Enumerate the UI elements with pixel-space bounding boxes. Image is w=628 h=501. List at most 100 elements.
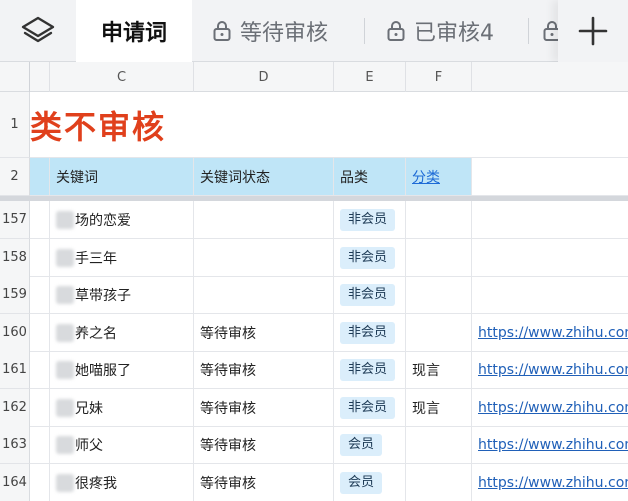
keyword-cell[interactable]: 兄妹 xyxy=(50,389,194,427)
tab-pending-review[interactable]: 等待审核 xyxy=(212,0,328,62)
column-header-g[interactable] xyxy=(472,62,628,92)
row-header[interactable]: 161 xyxy=(0,351,30,389)
classify-cell[interactable] xyxy=(406,239,472,277)
classify-cell[interactable] xyxy=(406,314,472,352)
select-all-corner[interactable] xyxy=(0,62,30,92)
row-header[interactable]: 2 xyxy=(0,158,30,196)
row-header[interactable]: 1 xyxy=(0,92,30,158)
classify-cell[interactable]: 现言 xyxy=(406,351,472,389)
keyword-cell[interactable]: 师父 xyxy=(50,426,194,464)
tab-divider xyxy=(364,18,365,44)
column-header-f[interactable]: F xyxy=(406,62,472,92)
header-link[interactable]: 分类 xyxy=(412,167,440,187)
cell-b[interactable] xyxy=(30,239,50,277)
category-cell[interactable]: 会员 xyxy=(334,464,406,501)
redacted-text xyxy=(56,323,74,342)
cell-b[interactable] xyxy=(30,426,50,464)
classify-cell[interactable] xyxy=(406,276,472,314)
keyword-text: 她喵服了 xyxy=(75,362,131,379)
category-tag: 非会员 xyxy=(340,396,396,419)
status-text: 等待审核 xyxy=(200,362,256,379)
classify-cell[interactable] xyxy=(406,426,472,464)
header-cell-status[interactable]: 关键词状态 xyxy=(194,158,334,196)
category-tag: 非会员 xyxy=(340,321,396,344)
link-cell[interactable]: https://www.zhihu.com xyxy=(472,426,628,464)
category-cell[interactable]: 非会员 xyxy=(334,351,406,389)
classify-cell[interactable] xyxy=(406,201,472,239)
category-cell[interactable]: 非会员 xyxy=(334,201,406,239)
redacted-text xyxy=(56,360,74,379)
status-cell[interactable]: 等待审核 xyxy=(194,351,334,389)
layers-icon[interactable] xyxy=(0,0,76,62)
redacted-text xyxy=(56,248,74,267)
keyword-cell[interactable]: 养之名 xyxy=(50,314,194,352)
status-text: 等待审核 xyxy=(200,325,256,342)
zhihu-link[interactable]: https://www.zhihu.com xyxy=(478,400,628,416)
column-header-c[interactable]: C xyxy=(50,62,194,92)
row-header[interactable]: 164 xyxy=(0,464,30,501)
link-cell[interactable] xyxy=(472,201,628,239)
status-cell[interactable]: 等待审核 xyxy=(194,426,334,464)
keyword-cell[interactable]: 草带孩子 xyxy=(50,276,194,314)
header-cell-b[interactable] xyxy=(30,158,50,196)
tab-reviewed-4[interactable]: 已审核4 xyxy=(386,0,494,62)
zhihu-link[interactable]: https://www.zhihu.com xyxy=(478,325,628,341)
classify-text: 现言 xyxy=(412,362,440,379)
keyword-text: 兄妹 xyxy=(75,400,103,417)
zhihu-link[interactable]: https://www.zhihu.com xyxy=(478,437,628,453)
add-sheet-button[interactable] xyxy=(558,0,628,62)
link-cell[interactable]: https://www.zhihu.com xyxy=(472,351,628,389)
keyword-cell[interactable]: 场的恋爱 xyxy=(50,201,194,239)
keyword-cell[interactable]: 她喵服了 xyxy=(50,351,194,389)
zhihu-link[interactable]: https://www.zhihu.com xyxy=(478,475,628,491)
row-header[interactable]: 160 xyxy=(0,314,30,352)
header-cell-empty[interactable] xyxy=(472,158,628,196)
row-header[interactable]: 162 xyxy=(0,389,30,427)
category-cell[interactable]: 非会员 xyxy=(334,239,406,277)
row-header[interactable]: 163 xyxy=(0,426,30,464)
classify-cell[interactable]: 现言 xyxy=(406,389,472,427)
link-cell[interactable] xyxy=(472,276,628,314)
cell-b[interactable] xyxy=(30,464,50,501)
header-cell-keyword[interactable]: 关键词 xyxy=(50,158,194,196)
link-cell[interactable]: https://www.zhihu.com xyxy=(472,464,628,501)
keyword-cell[interactable]: 很疼我 xyxy=(50,464,194,501)
tab-apply-words[interactable]: 申请词 xyxy=(76,0,192,62)
cell-b[interactable] xyxy=(30,276,50,314)
row-header[interactable]: 158 xyxy=(0,239,30,277)
keyword-cell[interactable]: 手三年 xyxy=(50,239,194,277)
row-header[interactable]: 159 xyxy=(0,276,30,314)
category-cell[interactable]: 非会员 xyxy=(334,389,406,427)
sheet-title-cell[interactable]: 类不审核 xyxy=(30,92,628,158)
link-cell[interactable]: https://www.zhihu.com xyxy=(472,314,628,352)
zhihu-link[interactable]: https://www.zhihu.com xyxy=(478,362,628,378)
cell-b[interactable] xyxy=(30,201,50,239)
status-text: 等待审核 xyxy=(200,437,256,454)
status-text: 等待审核 xyxy=(200,400,256,417)
status-cell[interactable] xyxy=(194,239,334,277)
status-cell[interactable]: 等待审核 xyxy=(194,389,334,427)
cell-b[interactable] xyxy=(30,351,50,389)
cell-b[interactable] xyxy=(30,314,50,352)
header-label: 关键词 xyxy=(56,169,98,186)
link-cell[interactable] xyxy=(472,239,628,277)
column-header-e[interactable]: E xyxy=(334,62,406,92)
status-cell[interactable] xyxy=(194,201,334,239)
cell-b[interactable] xyxy=(30,389,50,427)
header-cell-classify[interactable]: 分类 xyxy=(406,158,472,196)
category-cell[interactable]: 非会员 xyxy=(334,314,406,352)
redacted-text xyxy=(56,473,74,492)
column-header-d[interactable]: D xyxy=(194,62,334,92)
tab-label: 申请词 xyxy=(100,21,167,46)
row-header[interactable]: 157 xyxy=(0,201,30,239)
status-cell[interactable] xyxy=(194,276,334,314)
status-cell[interactable]: 等待审核 xyxy=(194,314,334,352)
link-cell[interactable]: https://www.zhihu.com xyxy=(472,389,628,427)
category-cell[interactable]: 非会员 xyxy=(334,276,406,314)
classify-cell[interactable] xyxy=(406,464,472,501)
sheet-grid: C D E F 1 类不审核 2 关键词 关键词状态 品类 分类 157 场的恋爱… xyxy=(0,62,628,501)
status-cell[interactable]: 等待审核 xyxy=(194,464,334,501)
header-cell-category[interactable]: 品类 xyxy=(334,158,406,196)
category-cell[interactable]: 会员 xyxy=(334,426,406,464)
column-header-b[interactable] xyxy=(30,62,50,92)
